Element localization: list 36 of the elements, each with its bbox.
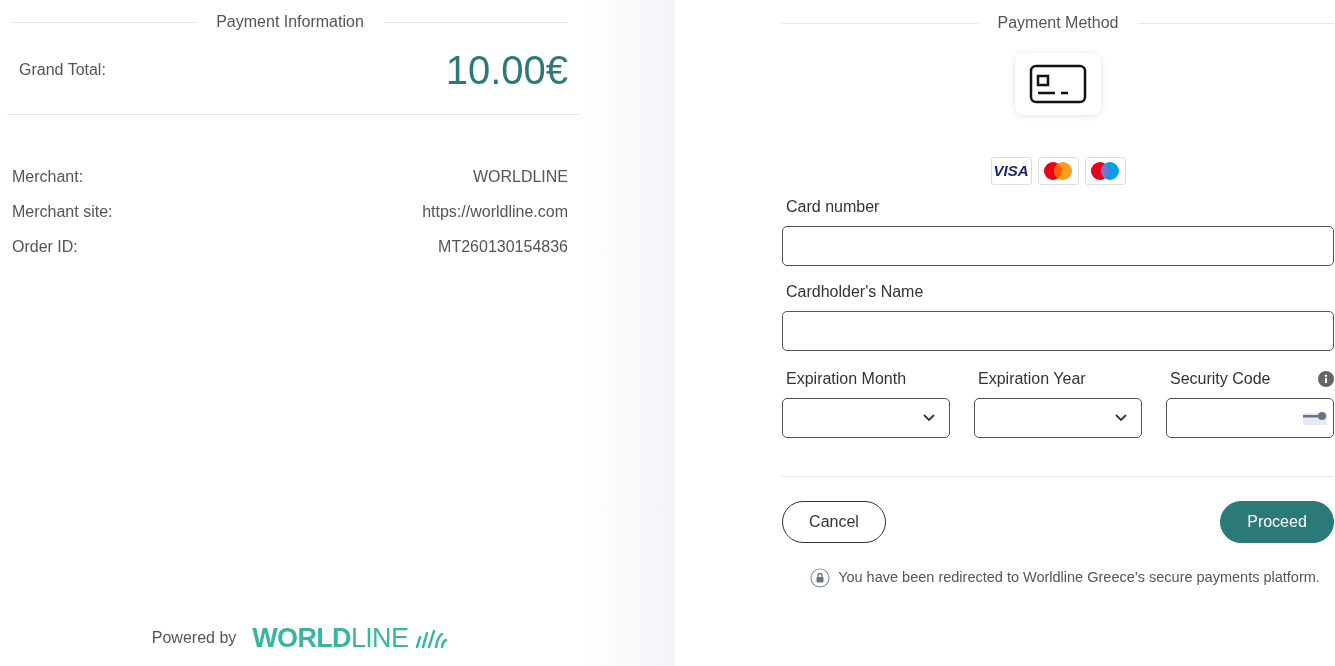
worldline-logo: WORLDLINE (252, 621, 409, 655)
dropdown-field[interactable] (782, 398, 950, 438)
field-label: Expiration Month (786, 369, 907, 389)
visa-badge: VISA (990, 157, 1032, 185)
input-field[interactable] (782, 226, 1334, 266)
chevron-down-icon (923, 414, 935, 422)
detail-value: WORLDLINE (472, 167, 568, 187)
cancel-button[interactable]: Cancel (782, 501, 886, 543)
field-label: Expiration Year (978, 369, 1086, 389)
security-notice: You have been redirected to Worldline Greece’s secure payments platform. (838, 568, 1320, 587)
total-label: Grand Total: (19, 60, 106, 80)
info-icon[interactable] (1318, 371, 1334, 387)
mastercard-logo-icon (1042, 161, 1074, 181)
dropdown-field[interactable] (974, 398, 1142, 438)
proceed-button[interactable]: Proceed (1220, 501, 1334, 543)
section-heading: Payment Method (996, 13, 1120, 33)
input-field[interactable] (1166, 398, 1334, 438)
detail-label: Merchant site: (12, 202, 113, 222)
section-heading: Payment Information (215, 12, 365, 32)
detail-label: Merchant: (12, 167, 84, 187)
field-label: Cardholder's Name (785, 282, 925, 302)
waves-icon (414, 627, 449, 648)
powered-by-text: Powered by (151, 627, 237, 648)
card-back-icon (1303, 411, 1327, 425)
chevron-down-icon (1115, 414, 1127, 422)
card-method-tile[interactable] (1015, 53, 1101, 115)
total-amount: 10.00€ (445, 47, 568, 94)
credit-card-icon (1029, 64, 1087, 104)
detail-value: https://worldline.com (422, 202, 568, 222)
field-label: Security Code (1170, 369, 1271, 389)
input-field[interactable] (782, 311, 1334, 351)
detail-value: MT260130154836 (438, 237, 568, 257)
lock-icon (810, 567, 831, 588)
field-label: Card number (785, 197, 881, 217)
maestro-logo-icon (1089, 161, 1121, 181)
detail-label: Order ID: (12, 237, 78, 257)
